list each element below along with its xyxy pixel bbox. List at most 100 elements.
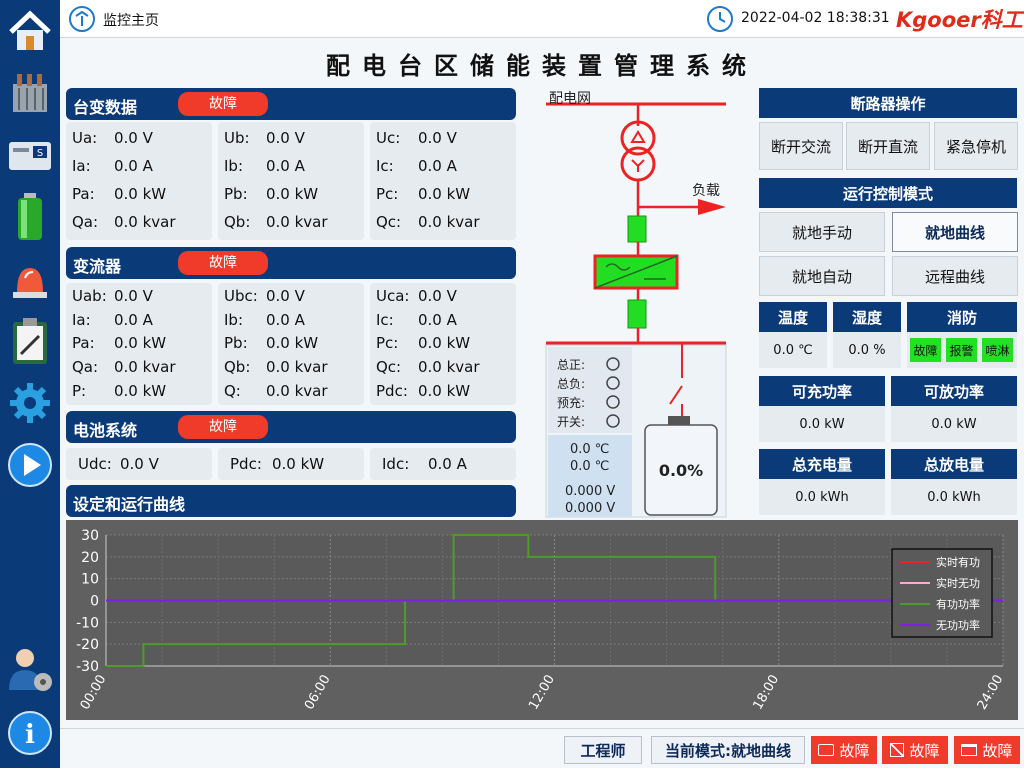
load-label: 负载 — [692, 183, 720, 199]
converter-value: 0.0 V — [114, 287, 153, 305]
transformer-value: 0.0 V — [266, 129, 305, 147]
transformer-icon[interactable] — [5, 68, 55, 118]
open-dc-button[interactable]: 断开直流 — [846, 122, 930, 170]
info-icon[interactable]: i — [5, 708, 55, 758]
battery-key: Idc: — [382, 455, 410, 473]
converter-key: Uca: — [376, 287, 410, 305]
converter-value: 0.0 kW — [418, 334, 471, 353]
converter-value: 0.0 kW — [418, 381, 471, 400]
converter-key: Q: — [224, 381, 241, 400]
transformer-value: 0.0 A — [418, 157, 457, 175]
legend-label: 有功功率 — [936, 597, 980, 611]
fire-sprinkler-indicator: 喷淋 — [982, 338, 1013, 362]
transformer-header: 台变数据 故障 — [66, 88, 516, 120]
transformer-value: 0.0 A — [266, 157, 305, 175]
total-discharge-header: 总放电量 — [891, 449, 1017, 479]
converter-value: 0.0 kW — [266, 334, 319, 353]
curve-section-title: 设定和运行曲线 — [73, 495, 186, 514]
mode-local-auto-button[interactable]: 就地自动 — [759, 256, 885, 296]
delta-symbol — [630, 130, 646, 143]
cabinet-fault-icon — [961, 744, 978, 756]
mode-header: 运行控制模式 — [759, 178, 1017, 208]
bottom-bar: 工程师 当前模式:就地曲线 故障 故障 故障 — [60, 728, 1024, 768]
home-circle-icon — [69, 6, 95, 32]
converter-value: 0.0 A — [418, 310, 457, 329]
converter-row: Uca: 0.0 V — [376, 287, 457, 305]
emergency-stop-button[interactable]: 紧急停机 — [934, 122, 1018, 170]
bus-label-switch: 开关: — [557, 415, 586, 429]
converter-row: Ib: 0.0 A — [224, 311, 305, 329]
battery-value: 0.0 A — [428, 455, 467, 473]
converter-row: Ic: 0.0 A — [376, 311, 457, 329]
converter-header: 变流器 故障 — [66, 247, 516, 279]
page-title: 配电台区储能装置管理系统 — [326, 52, 758, 80]
clipboard-icon[interactable] — [5, 316, 55, 366]
sidebar: S i — [0, 0, 60, 768]
transformer-row: Ub: 0.0 V — [224, 129, 305, 147]
battery-fault-button[interactable]: 故障 — [811, 736, 877, 764]
play-icon[interactable] — [5, 440, 55, 490]
transformer-row: Pa: 0.0 kW — [72, 185, 166, 203]
mode-local-manual-button[interactable]: 就地手动 — [759, 212, 885, 252]
converter-key: Ubc: — [224, 287, 258, 305]
legend-label: 实时无功 — [936, 576, 980, 590]
load-arrow — [698, 199, 726, 215]
gear-icon[interactable] — [5, 378, 55, 428]
cell-temp-1: 0.0 ℃ — [570, 442, 610, 457]
transformer-value: 0.0 kvar — [114, 213, 176, 231]
transformer-value: 0.0 kW — [114, 185, 167, 203]
transformer-key: Qc: — [376, 213, 402, 231]
cabinet-fault-button[interactable]: 故障 — [954, 736, 1020, 764]
converter-fault-button[interactable]: 故障 — [882, 736, 948, 764]
home-icon[interactable] — [5, 6, 55, 56]
transformer-value: 0.0 kvar — [266, 213, 328, 231]
converter-title: 变流器 — [73, 257, 122, 276]
total-charge-value: 0.0 kWh — [759, 479, 885, 515]
transformer-key: Qa: — [72, 213, 99, 231]
power-curve-chart: 30 20 10 0 -10 -20 -30 00:00 06:00 12:00 18:00 24:0… — [66, 520, 1018, 720]
battery-value: 0.0 kW — [272, 455, 325, 473]
home-button[interactable] — [68, 5, 96, 37]
converter-row: P: 0.0 kW — [72, 382, 166, 400]
y-tick-label: 30 — [81, 528, 99, 544]
top-bar: 监控主页 2022-04-02 18:38:31 Kgooer科工 — [60, 0, 1024, 38]
converter-icon[interactable]: S — [5, 130, 55, 180]
battery-icon[interactable] — [5, 192, 55, 242]
converter-row: Pa: 0.0 kW — [72, 334, 166, 352]
cell-temp-2: 0.0 ℃ — [570, 459, 610, 474]
transformer-row: Qb: 0.0 kvar — [224, 213, 328, 231]
user-settings-icon[interactable] — [5, 644, 55, 694]
battery-header: 电池系统 故障 — [66, 411, 516, 443]
svg-text:i: i — [25, 720, 35, 750]
converter-value: 0.0 V — [266, 287, 305, 305]
converter-value: 0.0 kvar — [266, 358, 328, 377]
bus-label-positive: 总正: — [557, 358, 586, 372]
converter-row: Ubc: 0.0 V — [224, 287, 305, 305]
converter-value: 0.0 kvar — [266, 381, 328, 400]
bus-label-negative: 总负: — [557, 377, 586, 391]
open-ac-button[interactable]: 断开交流 — [759, 122, 843, 170]
converter-key: Ib: — [224, 310, 243, 329]
transformer-key: Ib: — [224, 157, 243, 175]
alarm-icon[interactable] — [5, 254, 55, 304]
converter-key: Ia: — [72, 310, 91, 329]
converter-row: Pdc: 0.0 kW — [376, 382, 470, 400]
user-role-button[interactable]: 工程师 — [564, 736, 642, 764]
svg-text:S: S — [37, 148, 43, 159]
battery-title: 电池系统 — [73, 421, 138, 440]
converter-value: 0.0 kW — [114, 381, 167, 400]
battery-status-badge: 故障 — [178, 415, 268, 439]
converter-row: Qb: 0.0 kvar — [224, 358, 328, 376]
converter-value: 0.0 kW — [114, 334, 167, 353]
datetime: 2022-04-02 18:38:31 — [741, 10, 890, 26]
breaker-header: 断路器操作 — [759, 88, 1017, 118]
mode-local-curve-button[interactable]: 就地曲线 — [892, 212, 1018, 252]
battery-soc: 0.0% — [658, 461, 704, 480]
converter-value: 0.0 A — [266, 310, 305, 329]
transformer-value: 0.0 V — [418, 129, 457, 147]
converter-row: Pb: 0.0 kW — [224, 334, 318, 352]
home-label[interactable]: 监控主页 — [103, 10, 159, 30]
mode-remote-curve-button[interactable]: 远程曲线 — [892, 256, 1018, 296]
converter-key: Qa: — [72, 358, 99, 377]
converter-key: Pc: — [376, 334, 399, 353]
